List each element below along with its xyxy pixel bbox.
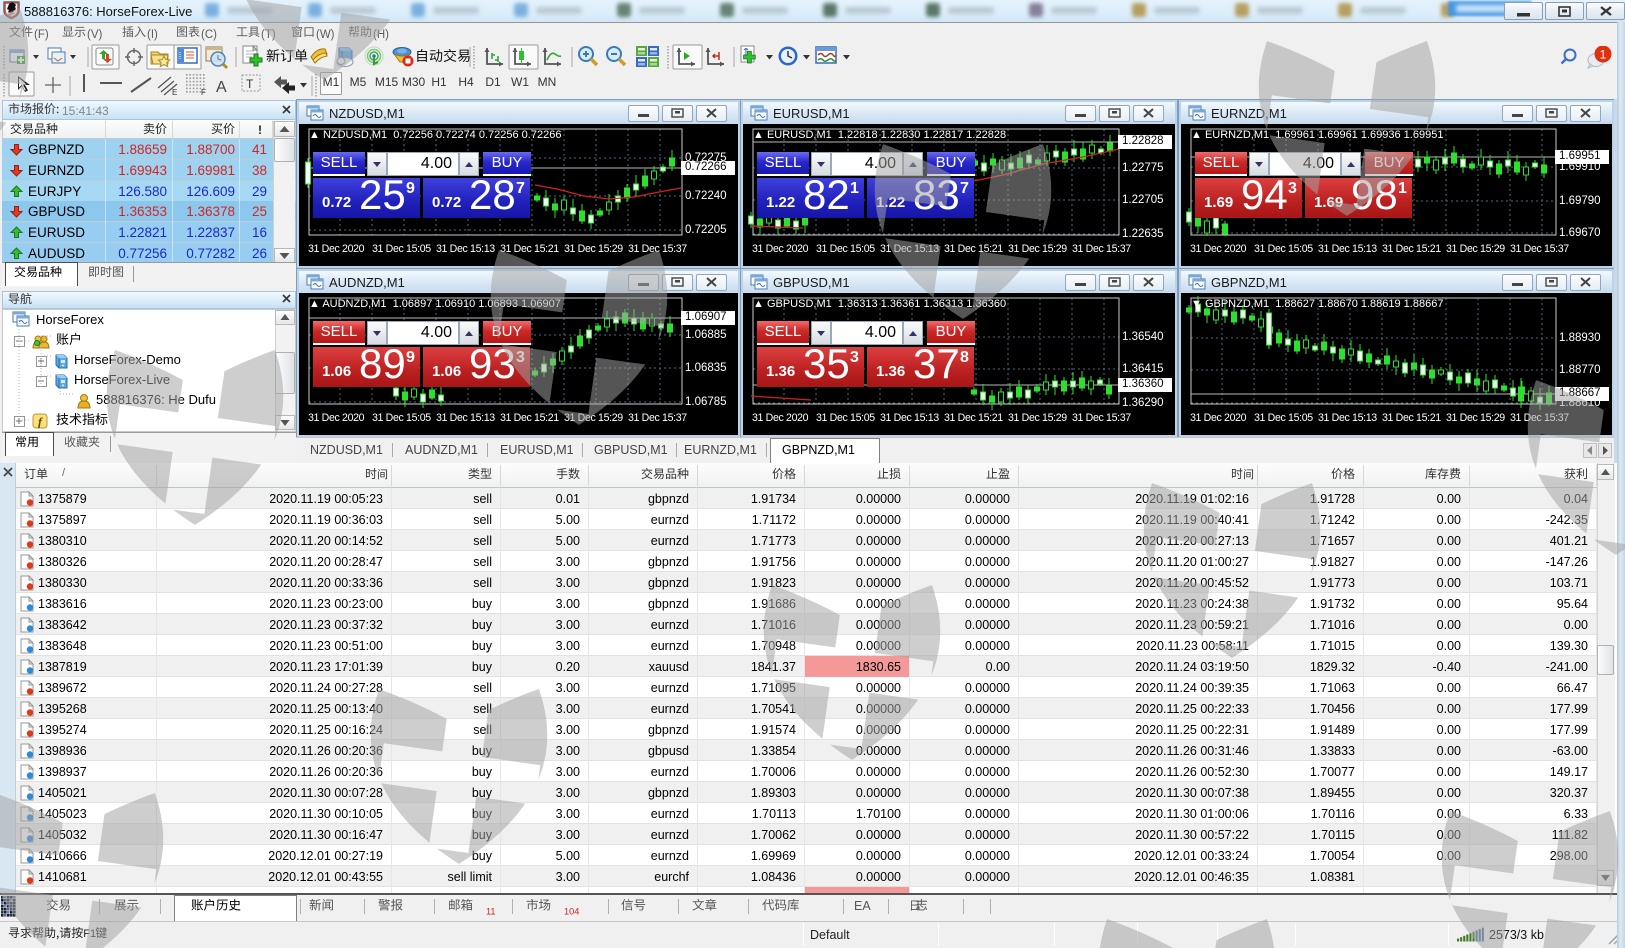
svg-text:E: E [172, 88, 177, 97]
svg-text:A: A [216, 79, 227, 96]
svg-text:F: F [201, 88, 206, 97]
svg-text:1: 1 [1600, 48, 1607, 62]
svg-text:T: T [246, 77, 254, 91]
